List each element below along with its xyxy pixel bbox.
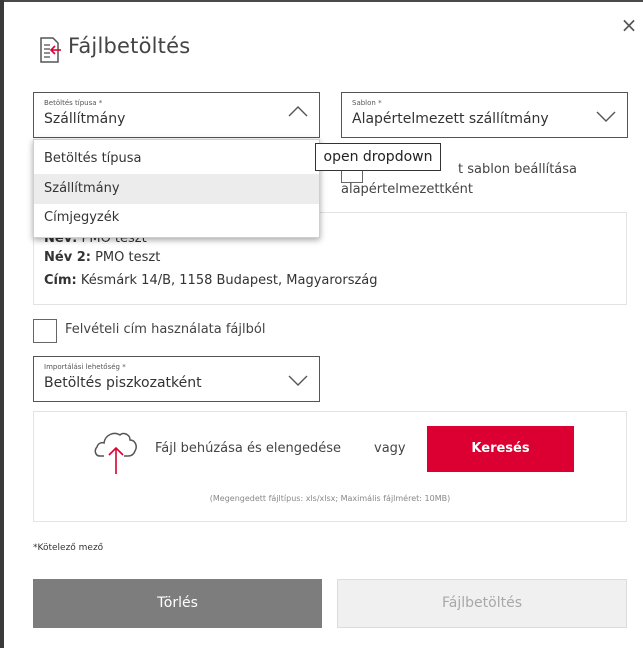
pickup-address-label: Felvételi cím használata fájlból [65, 322, 266, 337]
address-value: Késmárk 14/B, 1158 Budapest, Magyarorszá… [80, 273, 378, 288]
load-type-dropdown: Betöltés típusa Szállítmány Címjegyzék [33, 139, 320, 238]
import-option-value: Betöltés piszkozatként [44, 375, 202, 391]
chevron-up-icon[interactable] [288, 105, 308, 117]
chevron-down-icon[interactable] [596, 111, 616, 123]
window-top-border [0, 0, 643, 2]
dropdown-option[interactable]: Betöltés típusa [34, 144, 319, 174]
load-type-label: Betöltés típusa * [44, 99, 103, 107]
dropdown-option-selected[interactable]: Szállítmány [34, 174, 319, 204]
or-text: vagy [374, 441, 406, 456]
close-icon[interactable]: × [620, 15, 638, 35]
name2-line: Név 2: PMO teszt [44, 250, 160, 265]
template-select[interactable]: Sablon * Alapértelmezett szállítmány [341, 92, 628, 138]
address-label: Cím: [44, 273, 77, 288]
upload-submit-button[interactable]: Fájlbetöltés [337, 579, 627, 628]
window-left-border [0, 0, 4, 648]
import-option-select[interactable]: Importálási lehetőség * Betöltés piszkoz… [33, 356, 320, 402]
file-hint: (Megengedett fájltípus: xls/xlsx; Maximá… [209, 494, 451, 503]
default-template-text: t sablon beállítása [458, 162, 578, 177]
required-note: *Kötelező mező [33, 543, 104, 553]
chevron-down-icon[interactable] [288, 375, 308, 387]
dropdown-option[interactable]: Címjegyzék [34, 203, 319, 233]
clear-button[interactable]: Törlés [33, 579, 322, 628]
template-label: Sablon * [352, 99, 382, 107]
name2-value: PMO teszt [95, 250, 161, 265]
load-type-select[interactable]: Betöltés típusa * Szállítmány [33, 92, 320, 138]
cloud-upload-icon [94, 432, 137, 474]
search-button[interactable]: Keresés [427, 426, 574, 472]
load-type-value: Szállítmány [44, 111, 126, 127]
template-value: Alapértelmezett szállítmány [352, 111, 549, 127]
name2-label: Név 2: [44, 250, 91, 265]
address-line: Cím: Késmárk 14/B, 1158 Budapest, Magyar… [44, 273, 378, 288]
default-template-text-line2: alapértelmezettként [341, 182, 473, 197]
file-upload-icon [40, 37, 61, 63]
drop-text: Fájl behúzása és elengedése [155, 441, 342, 456]
dialog-title: Fájlbetöltés [68, 34, 191, 58]
tooltip: open dropdown [315, 143, 441, 171]
pickup-address-checkbox[interactable] [33, 319, 57, 343]
import-option-label: Importálási lehetőség * [44, 363, 126, 371]
